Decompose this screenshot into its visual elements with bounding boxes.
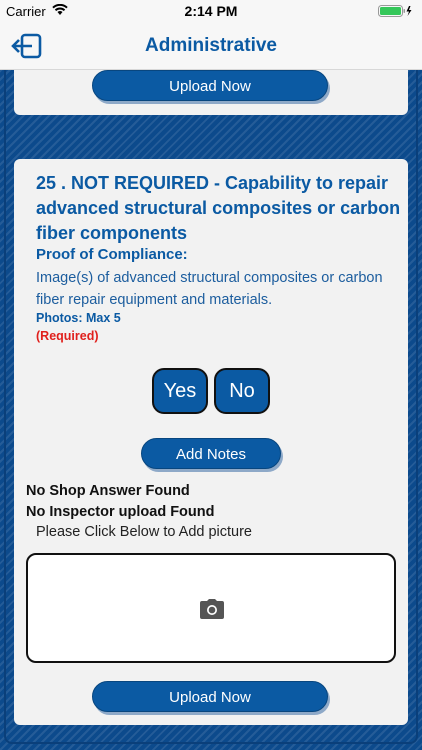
add-notes-button[interactable]: Add Notes bbox=[141, 438, 281, 469]
proof-of-compliance-label: Proof of Compliance: bbox=[36, 246, 188, 263]
required-label: (Required) bbox=[36, 329, 99, 343]
yes-button[interactable]: Yes bbox=[152, 368, 208, 414]
inspector-upload-status: No Inspector upload Found bbox=[26, 504, 215, 520]
battery-icon bbox=[378, 5, 414, 20]
camera-icon bbox=[200, 599, 224, 619]
clock-time: 2:14 PM bbox=[184, 3, 238, 19]
page-title: Administrative bbox=[145, 35, 277, 56]
status-bar: Carrier 2:14 PM bbox=[0, 0, 422, 22]
question-card: 25 . NOT REQUIRED - Capability to repair… bbox=[14, 159, 408, 725]
upload-now-button[interactable]: Upload Now bbox=[92, 681, 328, 712]
photos-max-label: Photos: Max 5 bbox=[36, 311, 121, 325]
add-picture-area[interactable] bbox=[26, 553, 396, 663]
no-button[interactable]: No bbox=[214, 368, 270, 414]
navigation-bar: Administrative bbox=[0, 22, 422, 70]
add-picture-hint: Please Click Below to Add picture bbox=[36, 524, 252, 540]
previous-question-card: Upload Now bbox=[14, 70, 408, 115]
upload-now-button-previous[interactable]: Upload Now bbox=[92, 70, 328, 101]
question-title: 25 . NOT REQUIRED - Capability to repair… bbox=[36, 173, 401, 243]
shop-answer-status: No Shop Answer Found bbox=[26, 483, 190, 499]
proof-of-compliance-description: Image(s) of advanced structural composit… bbox=[36, 270, 383, 308]
